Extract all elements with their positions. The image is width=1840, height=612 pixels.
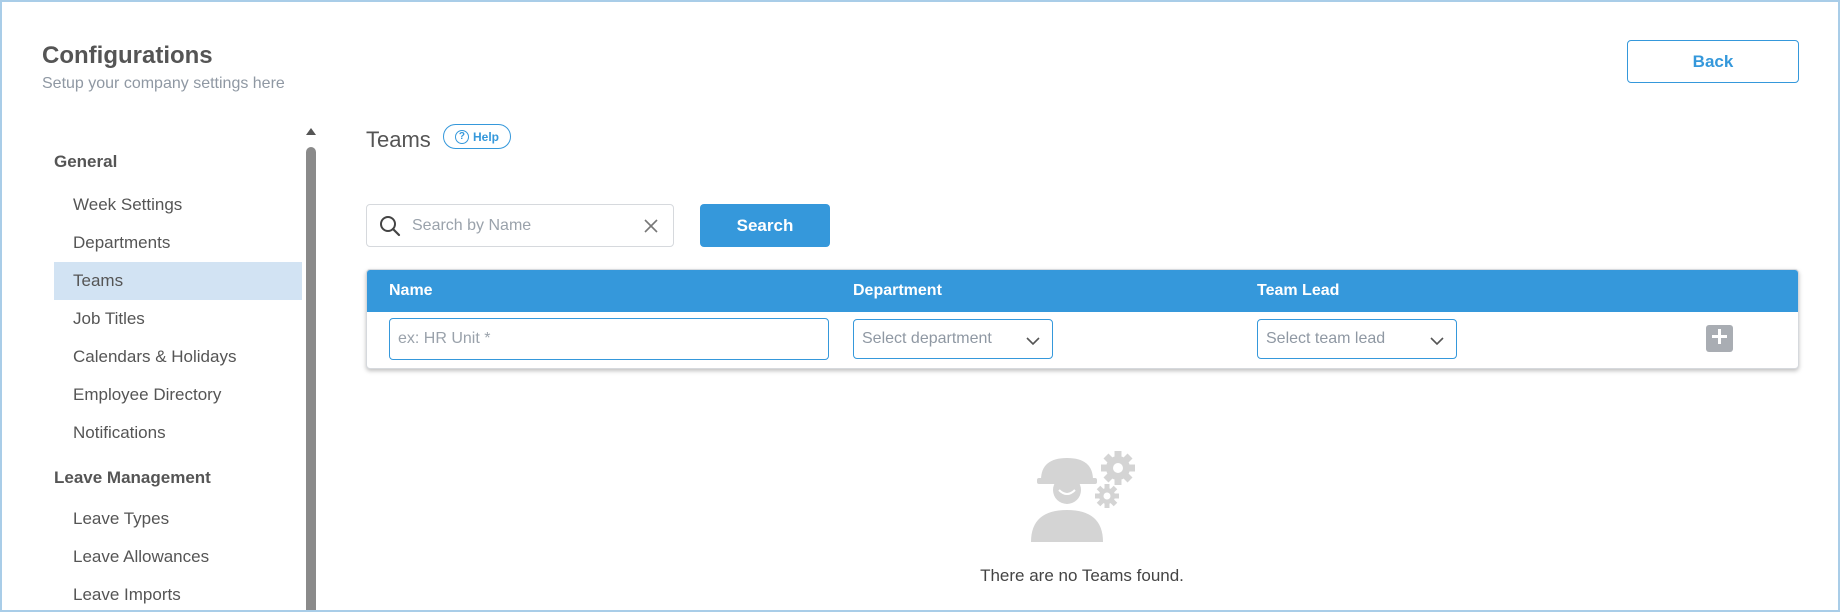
teams-table: Name Department Team Lead Select departm… [366,269,1799,369]
sidebar-section-general: General [54,152,118,171]
team-lead-select[interactable]: Select team lead [1257,319,1457,359]
search-button[interactable]: Search [700,204,830,247]
page-title: Configurations [42,42,213,69]
column-header-name: Name [389,282,433,299]
section-title: Teams [366,127,431,152]
worker-gears-icon [1027,450,1139,547]
sidebar-item-notifications[interactable]: Notifications [54,414,302,452]
sidebar-item-leave-imports[interactable]: Leave Imports [54,576,302,610]
scroll-up-arrow[interactable] [306,128,316,135]
help-button[interactable]: ? Help [443,124,511,149]
sidebar-item-calendars-holidays[interactable]: Calendars & Holidays [54,338,302,376]
add-team-button[interactable] [1706,325,1733,352]
help-label: Help [472,129,499,144]
back-button[interactable]: Back [1627,40,1799,83]
scroll-thumb[interactable] [306,147,316,610]
sidebar-item-leave-types[interactable]: Leave Types [54,500,302,538]
sidebar-item-departments[interactable]: Departments [54,224,302,262]
sidebar-scrollbar[interactable] [305,128,317,610]
help-icon: ? [454,129,469,144]
sidebar-item-week-settings[interactable]: Week Settings [54,186,302,224]
department-select-placeholder: Select department [862,330,992,347]
sidebar-item-leave-allowances[interactable]: Leave Allowances [54,538,302,576]
chevron-down-icon [1430,333,1444,351]
search-icon [379,215,401,242]
team-lead-select-placeholder: Select team lead [1266,330,1386,347]
sidebar: General Week Settings Departments Teams … [54,132,302,610]
table-header: Name Department Team Lead [367,270,1798,312]
column-header-department: Department [853,282,942,299]
plus-icon [1712,328,1727,349]
department-select[interactable]: Select department [853,319,1053,359]
search-box [366,204,674,247]
page-subtitle: Setup your company settings here [42,75,285,92]
chevron-down-icon [1026,333,1040,351]
search-input[interactable] [412,213,632,239]
app-frame: Configurations Setup your company settin… [0,0,1840,612]
sidebar-section-leave-management: Leave Management [54,468,211,487]
sidebar-item-job-titles[interactable]: Job Titles [54,300,302,338]
empty-state-message: There are no Teams found. [980,566,1184,585]
team-name-input[interactable] [389,318,829,360]
sidebar-item-teams[interactable]: Teams [54,262,302,300]
clear-icon[interactable] [643,218,659,239]
column-header-team-lead: Team Lead [1257,282,1340,299]
sidebar-item-employee-directory[interactable]: Employee Directory [54,376,302,414]
